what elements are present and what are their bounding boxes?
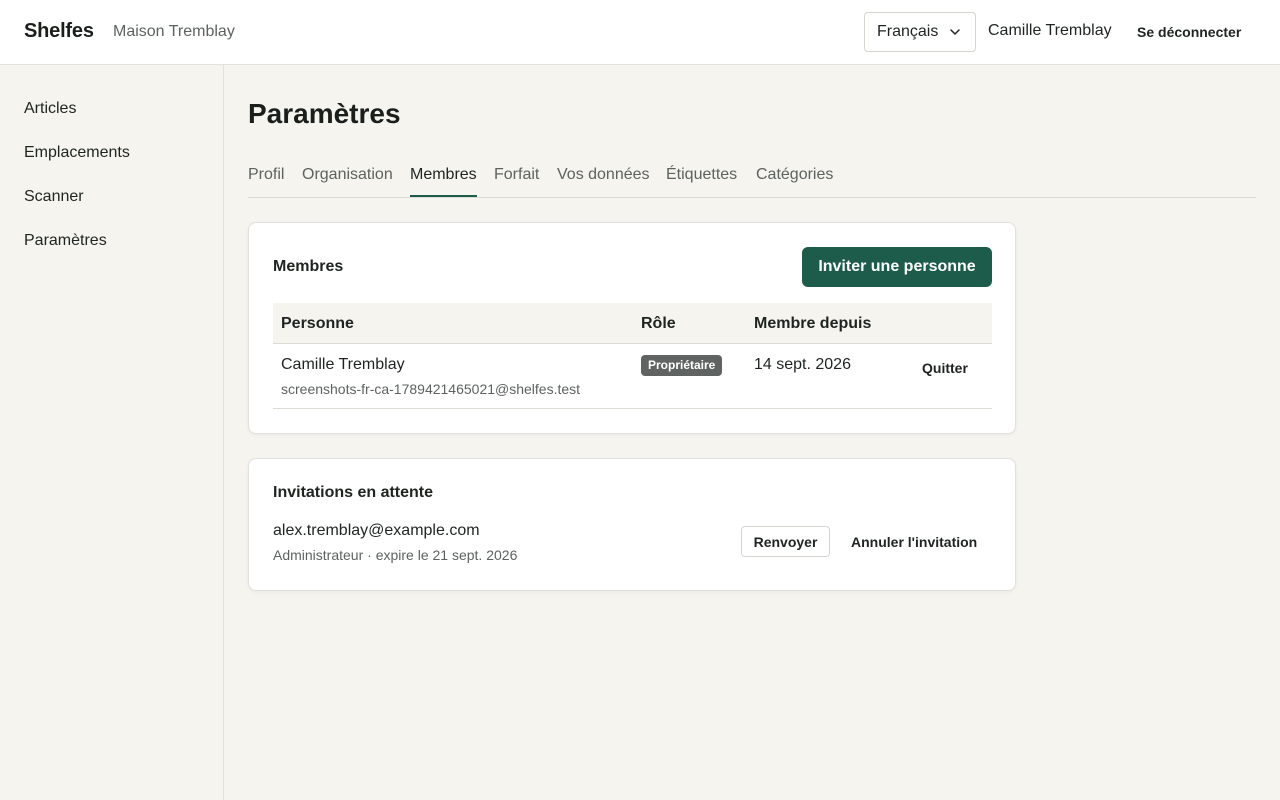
tab-categories[interactable]: Catégories <box>756 166 833 197</box>
sidebar-item-settings[interactable]: Paramètres <box>24 232 107 250</box>
page-title: Paramètres <box>248 98 401 129</box>
resend-invitation-button[interactable]: Renvoyer <box>741 526 830 557</box>
sidebar-item-locations[interactable]: Emplacements <box>24 144 130 162</box>
tab-organization[interactable]: Organisation <box>302 166 393 197</box>
invitation-details: Administrateur · expire le 21 sept. 2026 <box>273 547 518 563</box>
member-since-date: 14 sept. 2026 <box>754 356 851 373</box>
settings-tabs: Profil Organisation Membres Forfait Vos … <box>248 160 1256 198</box>
leave-button[interactable]: Quitter <box>922 360 968 376</box>
column-header-person: Personne <box>281 315 354 332</box>
pending-invitations-card: Invitations en attente alex.tremblay@exa… <box>248 458 1016 591</box>
table-row: Camille Tremblay screenshots-fr-ca-17894… <box>273 344 992 409</box>
invite-person-button[interactable]: Inviter une personne <box>802 247 992 287</box>
logout-button[interactable]: Se déconnecter <box>1137 24 1241 40</box>
members-card: Membres Inviter une personne Personne Rô… <box>248 222 1016 434</box>
members-card-title: Membres <box>273 258 344 275</box>
column-header-member-since: Membre depuis <box>754 315 872 332</box>
sidebar-item-scanner[interactable]: Scanner <box>24 188 84 206</box>
role-badge: Propriétaire <box>641 355 723 376</box>
sidebar-item-articles[interactable]: Articles <box>24 100 76 118</box>
sidebar: Articles Emplacements Scanner Paramètres <box>0 65 224 800</box>
tab-labels[interactable]: Étiquettes <box>666 166 737 197</box>
cancel-invitation-button[interactable]: Annuler l'invitation <box>851 534 977 550</box>
chevron-down-icon <box>950 29 960 35</box>
language-select[interactable]: Français <box>864 12 976 52</box>
members-table-header: Personne Rôle Membre depuis <box>273 303 992 344</box>
top-bar: Shelfes Maison Tremblay Français Camille… <box>0 0 1280 65</box>
current-user-name: Camille Tremblay <box>988 22 1112 39</box>
tab-your-data[interactable]: Vos données <box>557 166 650 197</box>
language-select-value: Français <box>877 23 939 40</box>
member-email: screenshots-fr-ca-1789421465021@shelfes.… <box>281 381 581 397</box>
tab-profile[interactable]: Profil <box>248 166 284 197</box>
tab-members[interactable]: Membres <box>410 166 477 197</box>
app-logo[interactable]: Shelfes <box>24 20 94 43</box>
organization-name: Maison Tremblay <box>113 23 235 40</box>
invitation-email: alex.tremblay@example.com <box>273 522 480 539</box>
tab-plan[interactable]: Forfait <box>494 166 539 197</box>
members-table: Personne Rôle Membre depuis Camille Trem… <box>273 303 992 409</box>
pending-invitations-title: Invitations en attente <box>273 484 434 501</box>
member-name: Camille Tremblay <box>281 356 405 373</box>
column-header-role: Rôle <box>641 315 676 332</box>
